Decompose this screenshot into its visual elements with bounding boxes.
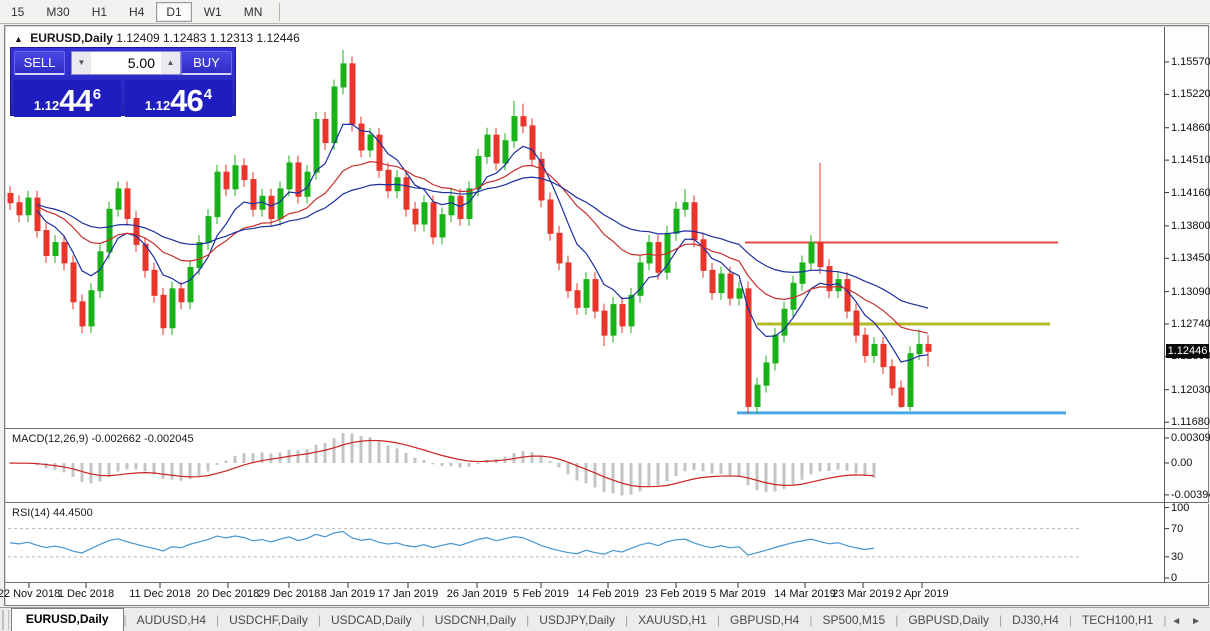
tab-dj30-h4[interactable]: DJ30,H4 — [1002, 610, 1069, 631]
tab-usdchf-daily[interactable]: USDCHF,Daily — [219, 610, 318, 631]
tab-usdcnh-daily[interactable]: USDCNH,Daily — [425, 610, 526, 631]
tab-tech100-h1[interactable]: TECH100,H1 — [1072, 610, 1163, 631]
timeframe-button-mn[interactable]: MN — [234, 2, 273, 22]
toolbar-separator — [279, 3, 280, 21]
macd-name: MACD(12,26,9) — [12, 433, 88, 445]
sell-price-pips: 44 — [59, 87, 91, 115]
price-axis-tick: 1.14160 — [1171, 187, 1210, 199]
rsi-axis-tick: 30 — [1171, 551, 1183, 563]
buy-price-base: 1.12 — [145, 98, 170, 113]
timeframe-button-h1[interactable]: H1 — [82, 2, 117, 22]
macd-axis-tick: 0.00 — [1171, 457, 1192, 469]
rsi-label: RSI(14) 44.4500 — [12, 507, 93, 519]
buy-price-pips: 46 — [170, 87, 202, 115]
volume-decrease-icon[interactable]: ▼ — [72, 52, 91, 74]
price-axis-tick: 1.13090 — [1171, 286, 1210, 298]
price-axis-tick: 1.14860 — [1171, 122, 1210, 134]
buy-price-box[interactable]: 1.12464 — [125, 80, 232, 117]
tab-usdjpy-daily[interactable]: USDJPY,Daily — [529, 610, 625, 631]
rsi-axis-tick: 100 — [1171, 502, 1189, 514]
volume-spinner: ▼ ▲ — [71, 51, 181, 75]
date-axis-label: 20 Dec 2018 — [197, 588, 259, 600]
price-axis-tick: 1.12030 — [1171, 384, 1210, 396]
tabs-scroll-left-icon[interactable]: ◄ — [1166, 612, 1186, 631]
timeframe-button-m30[interactable]: M30 — [36, 2, 79, 22]
sell-price-base: 1.12 — [34, 98, 59, 113]
volume-increase-icon[interactable]: ▲ — [161, 52, 180, 74]
price-axis-tick: 1.13800 — [1171, 220, 1210, 232]
tab-xauusd-h1[interactable]: XAUUSD,H1 — [628, 610, 717, 631]
macd-axis-tick: -0.003947 — [1171, 489, 1210, 501]
tab-gbpusd-h4[interactable]: GBPUSD,H4 — [720, 610, 809, 631]
rsi-name: RSI(14) — [12, 507, 50, 519]
current-price-tag: 1.12446 — [1166, 344, 1209, 358]
date-axis-label: 23 Mar 2019 — [832, 588, 894, 600]
tabbar-grip[interactable] — [2, 610, 9, 630]
timeframe-button-h4[interactable]: H4 — [119, 2, 154, 22]
date-axis-label: 1 Dec 2018 — [58, 588, 114, 600]
chart-symbol: EURUSD,Daily — [30, 31, 113, 45]
sell-button[interactable]: SELL — [14, 51, 65, 75]
timeframe-button-w1[interactable]: W1 — [194, 2, 232, 22]
macd-signal-value: -0.002045 — [144, 433, 194, 445]
tab-gbpusd-daily[interactable]: GBPUSD,Daily — [898, 610, 999, 631]
rsi-axis-tick: 70 — [1171, 523, 1183, 535]
chart-title: ▲ EURUSD,Daily 1.12409 1.12483 1.12313 1… — [14, 31, 300, 45]
one-click-trade-panel: SELL ▼ ▲ BUY 1.12446 1.12464 — [10, 47, 236, 116]
volume-input[interactable] — [91, 52, 161, 74]
timeframe-button-15[interactable]: 15 — [1, 2, 34, 22]
date-axis-label: 11 Dec 2018 — [129, 588, 191, 600]
rsi-value: 44.4500 — [53, 507, 93, 519]
date-axis-label: 14 Mar 2019 — [774, 588, 836, 600]
timeframe-button-d1[interactable]: D1 — [156, 2, 191, 22]
macd-axis-tick: 0.003095 — [1171, 432, 1210, 444]
buy-button[interactable]: BUY — [181, 51, 232, 75]
buy-price-point: 4 — [204, 86, 212, 103]
date-axis-label: 23 Feb 2019 — [645, 588, 707, 600]
date-axis-label: 8 Jan 2019 — [321, 588, 375, 600]
collapse-triangle-icon[interactable]: ▲ — [14, 34, 23, 44]
tab-sp500-m15[interactable]: SP500,M15 — [812, 610, 895, 631]
date-axis-label: 5 Feb 2019 — [513, 588, 569, 600]
trading-terminal: 15M30H1H4D1W1MN ▲ EURUSD,Daily 1.12409 1… — [0, 0, 1210, 631]
date-axis-label: 22 Nov 2018 — [0, 588, 60, 600]
macd-label: MACD(12,26,9) -0.002662 -0.002045 — [12, 433, 194, 445]
price-axis-tick: 1.11680 — [1171, 416, 1210, 428]
date-axis-label: 14 Feb 2019 — [577, 588, 639, 600]
price-axis-tick: 1.12740 — [1171, 318, 1210, 330]
tab-eurusd-daily[interactable]: EURUSD,Daily — [11, 608, 124, 631]
price-axis-tick: 1.13450 — [1171, 252, 1210, 264]
axis-divider — [1164, 27, 1165, 583]
sell-price-point: 6 — [93, 86, 101, 103]
price-axis-tick: 1.14510 — [1171, 154, 1210, 166]
chart-ohlc-values: 1.12409 1.12483 1.12313 1.12446 — [116, 31, 300, 45]
symbol-tabbar: EURUSD,Daily|AUDUSD,H4|USDCHF,Daily|USDC… — [0, 607, 1210, 631]
rsi-axis-tick: 0 — [1171, 572, 1177, 584]
date-axis-label: 17 Jan 2019 — [378, 588, 439, 600]
date-axis-label: 2 Apr 2019 — [895, 588, 948, 600]
macd-main-value: -0.002662 — [91, 433, 141, 445]
rsi-pane[interactable] — [6, 504, 1164, 582]
tab-usdcad-daily[interactable]: USDCAD,Daily — [321, 610, 422, 631]
price-axis-tick: 1.15570 — [1171, 56, 1210, 68]
tabs-scroll-right-icon[interactable]: ► — [1186, 612, 1206, 631]
date-axis-label: 5 Mar 2019 — [710, 588, 766, 600]
date-axis-label: 26 Jan 2019 — [447, 588, 508, 600]
tab-audusd-h4[interactable]: AUDUSD,H4 — [127, 610, 216, 631]
timeframe-toolbar: 15M30H1H4D1W1MN — [0, 0, 1210, 24]
date-axis-label: 29 Dec 2018 — [258, 588, 320, 600]
price-axis-tick: 1.15220 — [1171, 88, 1210, 100]
sell-price-box[interactable]: 1.12446 — [14, 80, 121, 117]
